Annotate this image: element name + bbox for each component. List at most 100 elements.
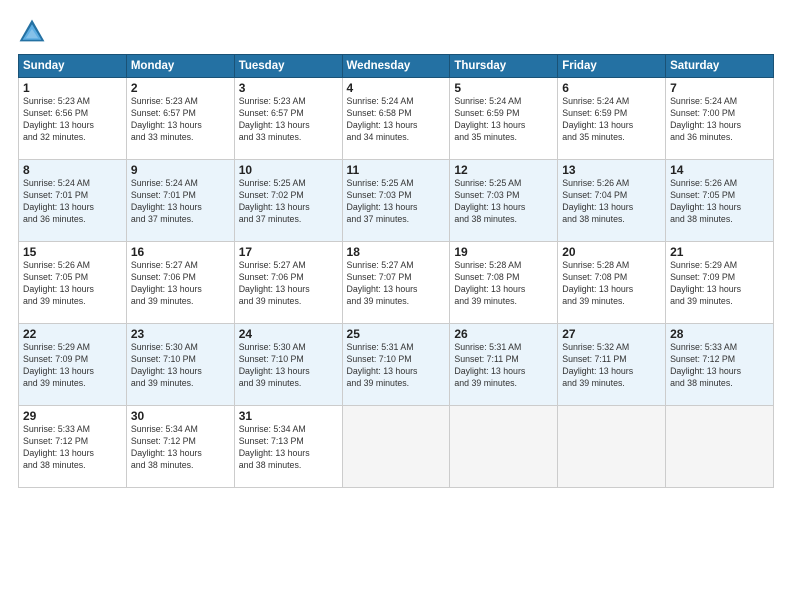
calendar-cell: 18Sunrise: 5:27 AMSunset: 7:07 PMDayligh… [342, 242, 450, 324]
day-number: 10 [239, 163, 338, 177]
calendar-cell: 28Sunrise: 5:33 AMSunset: 7:12 PMDayligh… [666, 324, 774, 406]
calendar-cell: 23Sunrise: 5:30 AMSunset: 7:10 PMDayligh… [126, 324, 234, 406]
calendar-cell: 1Sunrise: 5:23 AMSunset: 6:56 PMDaylight… [19, 78, 127, 160]
calendar-cell: 14Sunrise: 5:26 AMSunset: 7:05 PMDayligh… [666, 160, 774, 242]
cell-info: Sunrise: 5:27 AMSunset: 7:07 PMDaylight:… [347, 260, 446, 308]
calendar-cell: 26Sunrise: 5:31 AMSunset: 7:11 PMDayligh… [450, 324, 558, 406]
cell-info: Sunrise: 5:26 AMSunset: 7:05 PMDaylight:… [670, 178, 769, 226]
calendar-cell: 2Sunrise: 5:23 AMSunset: 6:57 PMDaylight… [126, 78, 234, 160]
calendar-cell: 24Sunrise: 5:30 AMSunset: 7:10 PMDayligh… [234, 324, 342, 406]
cell-info: Sunrise: 5:24 AMSunset: 7:00 PMDaylight:… [670, 96, 769, 144]
calendar-cell: 11Sunrise: 5:25 AMSunset: 7:03 PMDayligh… [342, 160, 450, 242]
cell-info: Sunrise: 5:24 AMSunset: 7:01 PMDaylight:… [131, 178, 230, 226]
calendar-cell [558, 406, 666, 488]
calendar-cell: 22Sunrise: 5:29 AMSunset: 7:09 PMDayligh… [19, 324, 127, 406]
calendar-cell: 3Sunrise: 5:23 AMSunset: 6:57 PMDaylight… [234, 78, 342, 160]
calendar-week-2: 8Sunrise: 5:24 AMSunset: 7:01 PMDaylight… [19, 160, 774, 242]
calendar-table: SundayMondayTuesdayWednesdayThursdayFrid… [18, 54, 774, 488]
day-number: 14 [670, 163, 769, 177]
col-header-sunday: Sunday [19, 55, 127, 78]
calendar-week-1: 1Sunrise: 5:23 AMSunset: 6:56 PMDaylight… [19, 78, 774, 160]
calendar-cell: 9Sunrise: 5:24 AMSunset: 7:01 PMDaylight… [126, 160, 234, 242]
cell-info: Sunrise: 5:24 AMSunset: 6:58 PMDaylight:… [347, 96, 446, 144]
logo [18, 18, 48, 46]
calendar-cell: 4Sunrise: 5:24 AMSunset: 6:58 PMDaylight… [342, 78, 450, 160]
calendar-cell: 15Sunrise: 5:26 AMSunset: 7:05 PMDayligh… [19, 242, 127, 324]
col-header-thursday: Thursday [450, 55, 558, 78]
cell-info: Sunrise: 5:24 AMSunset: 7:01 PMDaylight:… [23, 178, 122, 226]
day-number: 6 [562, 81, 661, 95]
col-header-saturday: Saturday [666, 55, 774, 78]
calendar-cell: 16Sunrise: 5:27 AMSunset: 7:06 PMDayligh… [126, 242, 234, 324]
cell-info: Sunrise: 5:26 AMSunset: 7:04 PMDaylight:… [562, 178, 661, 226]
calendar-cell: 30Sunrise: 5:34 AMSunset: 7:12 PMDayligh… [126, 406, 234, 488]
cell-info: Sunrise: 5:34 AMSunset: 7:13 PMDaylight:… [239, 424, 338, 472]
cell-info: Sunrise: 5:33 AMSunset: 7:12 PMDaylight:… [670, 342, 769, 390]
day-number: 28 [670, 327, 769, 341]
calendar-cell: 8Sunrise: 5:24 AMSunset: 7:01 PMDaylight… [19, 160, 127, 242]
cell-info: Sunrise: 5:24 AMSunset: 6:59 PMDaylight:… [454, 96, 553, 144]
day-number: 31 [239, 409, 338, 423]
cell-info: Sunrise: 5:30 AMSunset: 7:10 PMDaylight:… [239, 342, 338, 390]
col-header-wednesday: Wednesday [342, 55, 450, 78]
day-number: 26 [454, 327, 553, 341]
calendar-cell: 10Sunrise: 5:25 AMSunset: 7:02 PMDayligh… [234, 160, 342, 242]
calendar-week-4: 22Sunrise: 5:29 AMSunset: 7:09 PMDayligh… [19, 324, 774, 406]
col-header-monday: Monday [126, 55, 234, 78]
calendar-cell: 13Sunrise: 5:26 AMSunset: 7:04 PMDayligh… [558, 160, 666, 242]
day-number: 1 [23, 81, 122, 95]
day-number: 8 [23, 163, 122, 177]
calendar-cell: 7Sunrise: 5:24 AMSunset: 7:00 PMDaylight… [666, 78, 774, 160]
cell-info: Sunrise: 5:23 AMSunset: 6:57 PMDaylight:… [239, 96, 338, 144]
day-number: 5 [454, 81, 553, 95]
cell-info: Sunrise: 5:25 AMSunset: 7:02 PMDaylight:… [239, 178, 338, 226]
cell-info: Sunrise: 5:23 AMSunset: 6:56 PMDaylight:… [23, 96, 122, 144]
day-number: 22 [23, 327, 122, 341]
day-number: 16 [131, 245, 230, 259]
day-number: 29 [23, 409, 122, 423]
calendar-cell: 27Sunrise: 5:32 AMSunset: 7:11 PMDayligh… [558, 324, 666, 406]
cell-info: Sunrise: 5:32 AMSunset: 7:11 PMDaylight:… [562, 342, 661, 390]
calendar-cell: 21Sunrise: 5:29 AMSunset: 7:09 PMDayligh… [666, 242, 774, 324]
day-number: 18 [347, 245, 446, 259]
cell-info: Sunrise: 5:28 AMSunset: 7:08 PMDaylight:… [454, 260, 553, 308]
col-header-friday: Friday [558, 55, 666, 78]
day-number: 13 [562, 163, 661, 177]
cell-info: Sunrise: 5:27 AMSunset: 7:06 PMDaylight:… [131, 260, 230, 308]
header-row: SundayMondayTuesdayWednesdayThursdayFrid… [19, 55, 774, 78]
calendar-cell [450, 406, 558, 488]
page: SundayMondayTuesdayWednesdayThursdayFrid… [0, 0, 792, 612]
calendar-cell: 6Sunrise: 5:24 AMSunset: 6:59 PMDaylight… [558, 78, 666, 160]
calendar-cell: 31Sunrise: 5:34 AMSunset: 7:13 PMDayligh… [234, 406, 342, 488]
day-number: 11 [347, 163, 446, 177]
cell-info: Sunrise: 5:29 AMSunset: 7:09 PMDaylight:… [670, 260, 769, 308]
day-number: 12 [454, 163, 553, 177]
day-number: 30 [131, 409, 230, 423]
cell-info: Sunrise: 5:28 AMSunset: 7:08 PMDaylight:… [562, 260, 661, 308]
cell-info: Sunrise: 5:31 AMSunset: 7:11 PMDaylight:… [454, 342, 553, 390]
calendar-cell: 12Sunrise: 5:25 AMSunset: 7:03 PMDayligh… [450, 160, 558, 242]
day-number: 25 [347, 327, 446, 341]
cell-info: Sunrise: 5:25 AMSunset: 7:03 PMDaylight:… [454, 178, 553, 226]
cell-info: Sunrise: 5:31 AMSunset: 7:10 PMDaylight:… [347, 342, 446, 390]
cell-info: Sunrise: 5:26 AMSunset: 7:05 PMDaylight:… [23, 260, 122, 308]
calendar-cell: 20Sunrise: 5:28 AMSunset: 7:08 PMDayligh… [558, 242, 666, 324]
cell-info: Sunrise: 5:29 AMSunset: 7:09 PMDaylight:… [23, 342, 122, 390]
cell-info: Sunrise: 5:23 AMSunset: 6:57 PMDaylight:… [131, 96, 230, 144]
day-number: 27 [562, 327, 661, 341]
cell-info: Sunrise: 5:34 AMSunset: 7:12 PMDaylight:… [131, 424, 230, 472]
cell-info: Sunrise: 5:30 AMSunset: 7:10 PMDaylight:… [131, 342, 230, 390]
day-number: 19 [454, 245, 553, 259]
calendar-cell: 25Sunrise: 5:31 AMSunset: 7:10 PMDayligh… [342, 324, 450, 406]
calendar-cell: 29Sunrise: 5:33 AMSunset: 7:12 PMDayligh… [19, 406, 127, 488]
cell-info: Sunrise: 5:27 AMSunset: 7:06 PMDaylight:… [239, 260, 338, 308]
logo-icon [18, 18, 46, 46]
calendar-cell: 17Sunrise: 5:27 AMSunset: 7:06 PMDayligh… [234, 242, 342, 324]
day-number: 2 [131, 81, 230, 95]
day-number: 15 [23, 245, 122, 259]
cell-info: Sunrise: 5:25 AMSunset: 7:03 PMDaylight:… [347, 178, 446, 226]
day-number: 3 [239, 81, 338, 95]
header [18, 18, 774, 46]
day-number: 23 [131, 327, 230, 341]
day-number: 9 [131, 163, 230, 177]
